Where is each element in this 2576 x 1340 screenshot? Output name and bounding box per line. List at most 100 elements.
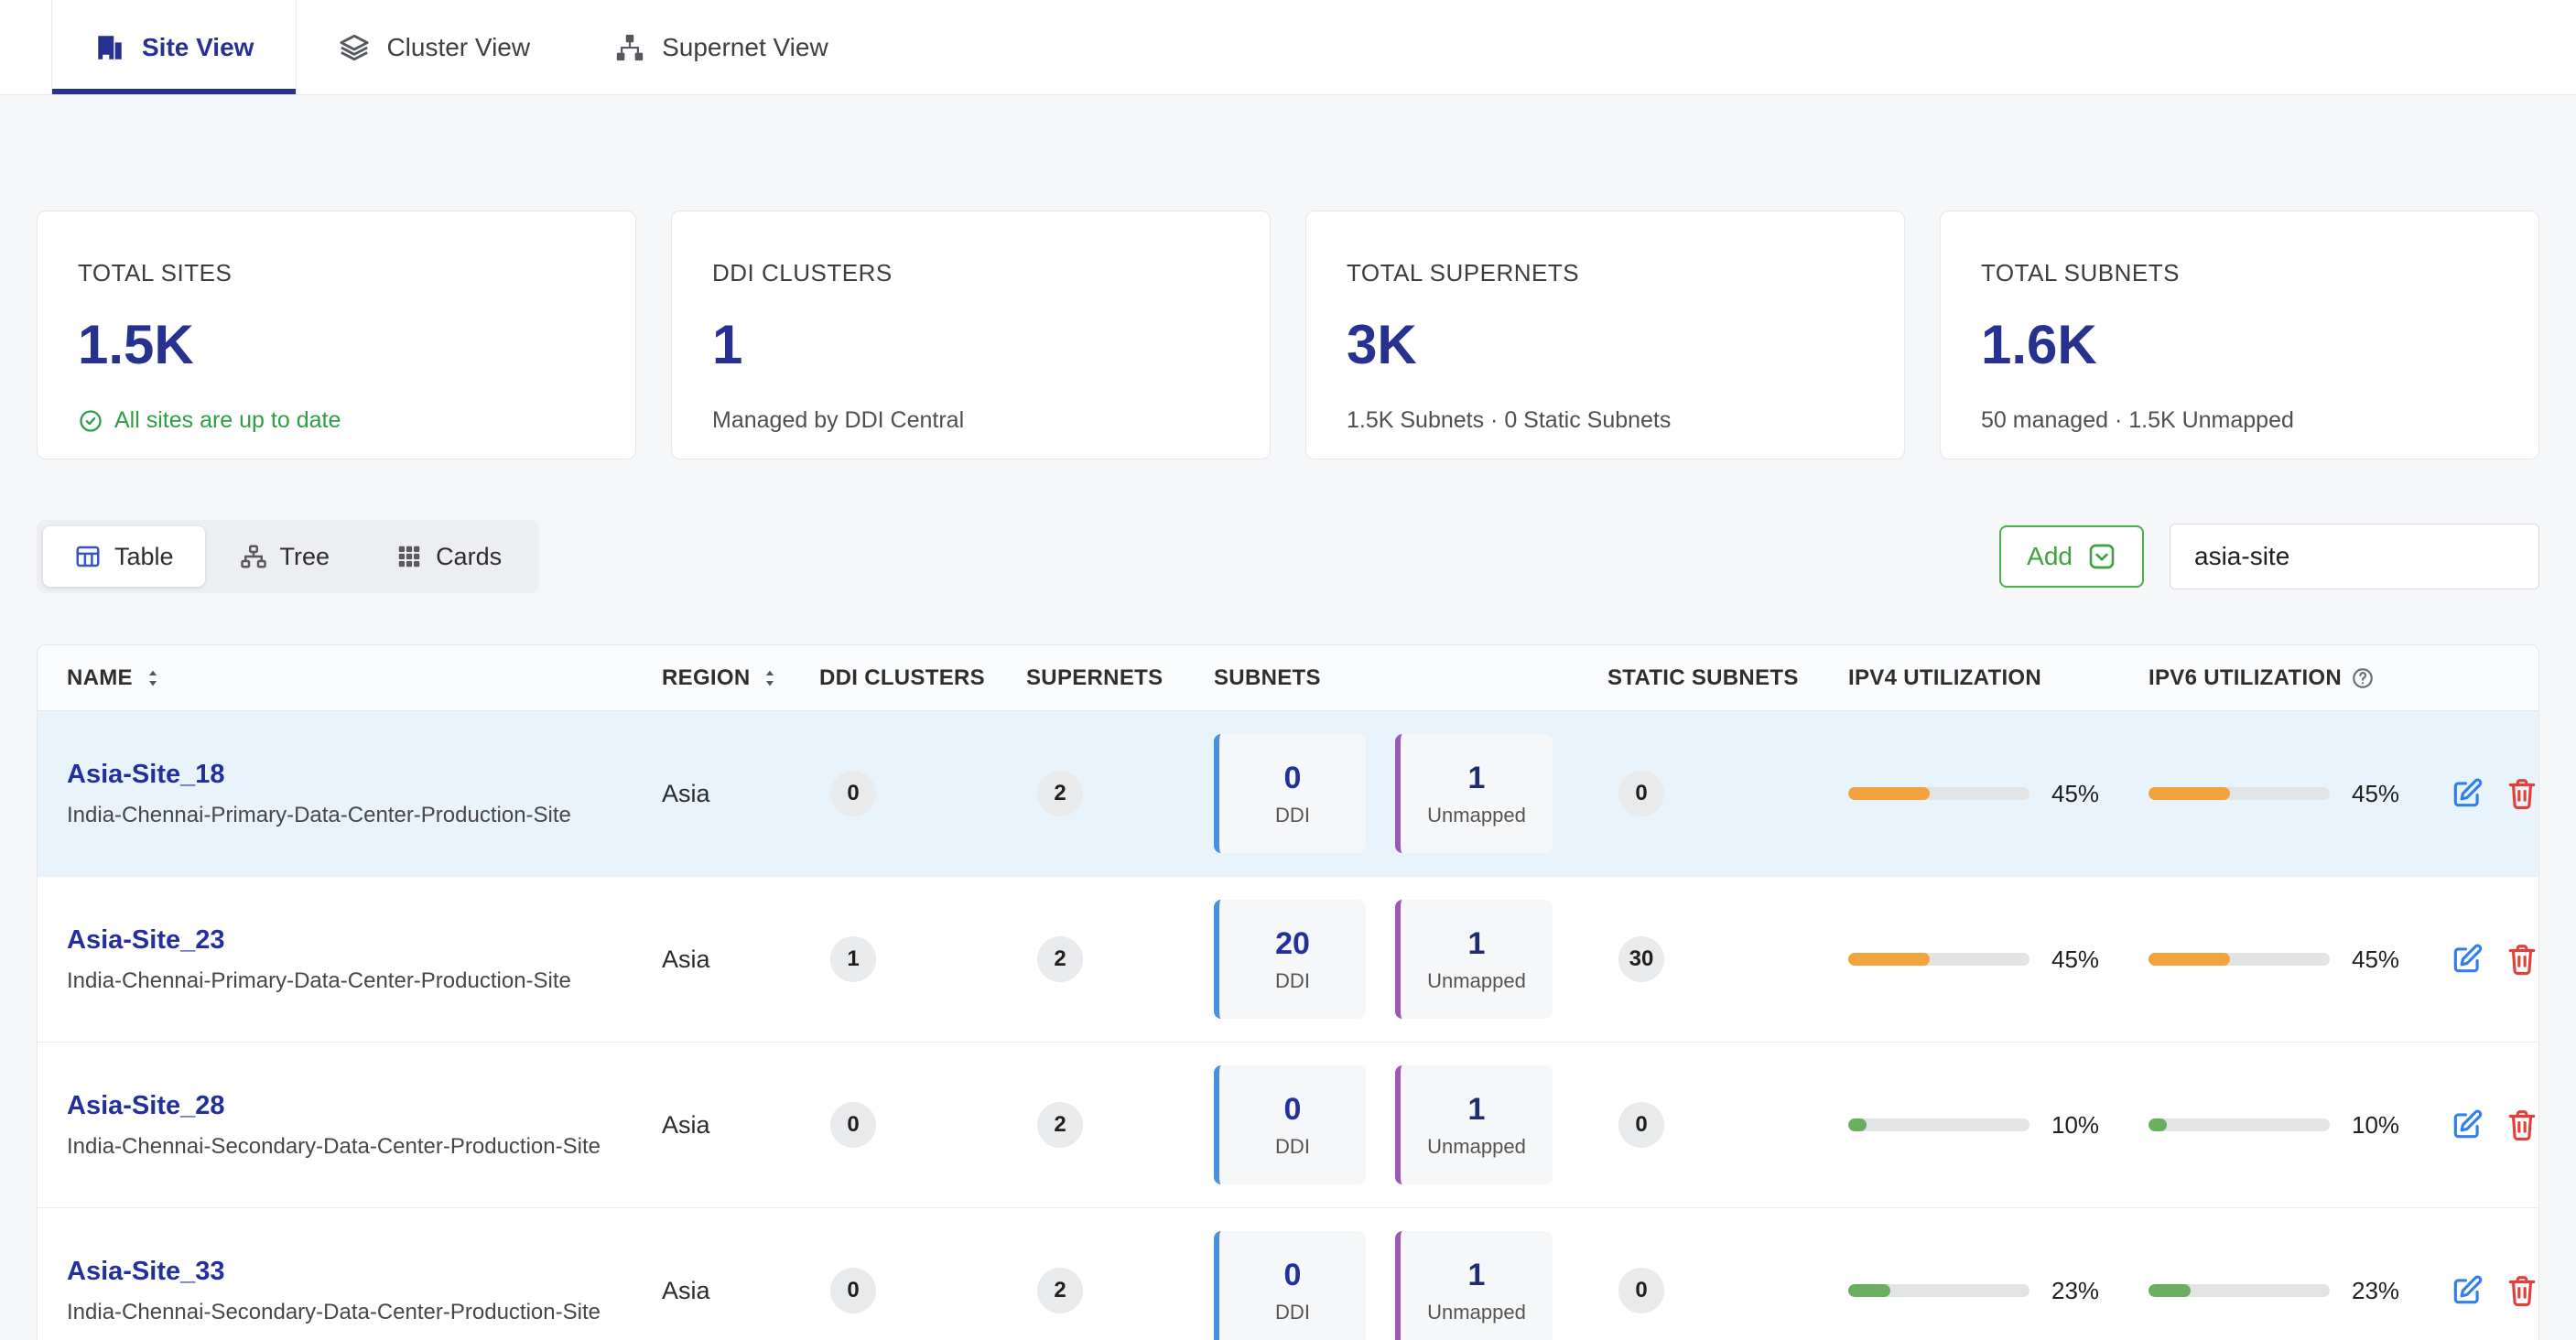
progress-bar [1848, 953, 2029, 966]
name-cell: Asia-Site_28 India-Chennai-Secondary-Dat… [67, 1091, 662, 1160]
region-cell: Asia [662, 780, 819, 808]
region-cell: Asia [662, 1111, 819, 1140]
supernets-badge: 2 [1037, 936, 1083, 982]
progress-percent: 45% [2051, 780, 2099, 808]
ipv4-utilization-cell: 45% [1848, 946, 2148, 974]
card-subtitle: All sites are up to date [78, 407, 595, 434]
site-description: India-Chennai-Secondary-Data-Center-Prod… [67, 1134, 662, 1160]
card-value: 1 [712, 313, 1229, 376]
ipv6-utilization-cell: 45% [2148, 946, 2450, 974]
building-icon [94, 32, 125, 63]
progress-bar [1848, 1284, 2029, 1297]
progress-percent: 45% [2352, 946, 2399, 974]
column-header-ipv4-utilization: IPV4 UTILIZATION [1848, 665, 2148, 691]
tab-label: Cluster View [386, 33, 530, 62]
table-row[interactable]: Asia-Site_18 India-Chennai-Primary-Data-… [38, 711, 2538, 877]
site-name-link[interactable]: Asia-Site_18 [67, 760, 662, 790]
tab-supernet-view[interactable]: Supernet View [572, 0, 871, 94]
card-title: TOTAL SUPERNETS [1347, 259, 1864, 287]
region-cell: Asia [662, 946, 819, 974]
actions-cell [2450, 776, 2539, 811]
add-button[interactable]: Add [1999, 525, 2144, 588]
delete-icon[interactable] [2505, 1108, 2539, 1142]
card-subtitle: Managed by DDI Central [712, 407, 1229, 434]
table-header-row: NAME REGION DDI CLUSTERS SUPERNETS SUBNE… [38, 645, 2538, 711]
dropdown-caret-icon [2087, 542, 2116, 571]
card-total-sites: TOTAL SITES 1.5K All sites are up to dat… [37, 211, 636, 459]
sites-table: NAME REGION DDI CLUSTERS SUPERNETS SUBNE… [37, 644, 2539, 1340]
progress-percent: 23% [2352, 1277, 2399, 1305]
progress-bar [2148, 1284, 2330, 1297]
supernets-cell: 2 [1026, 1268, 1214, 1313]
table-icon [74, 543, 102, 570]
delete-icon[interactable] [2505, 942, 2539, 977]
delete-icon[interactable] [2505, 1273, 2539, 1308]
column-header-supernets: SUPERNETS [1026, 665, 1214, 691]
table-row[interactable]: Asia-Site_33 India-Chennai-Secondary-Dat… [38, 1208, 2538, 1340]
supernets-badge: 2 [1037, 1268, 1083, 1313]
subnets-cell: 0 DDI 1 Unmapped [1214, 1065, 1607, 1184]
supernets-cell: 2 [1026, 936, 1214, 982]
stats-row: TOTAL SITES 1.5K All sites are up to dat… [0, 211, 2576, 459]
subnets-cell: 20 DDI 1 Unmapped [1214, 900, 1607, 1019]
subnets-ddi-box: 0 DDI [1214, 734, 1366, 853]
tab-label: Site View [142, 33, 254, 62]
tab-cluster-view[interactable]: Cluster View [297, 0, 572, 94]
supernets-cell: 2 [1026, 1102, 1214, 1148]
static-subnets-badge: 0 [1618, 1102, 1664, 1148]
static-subnets-cell: 30 [1607, 936, 1848, 982]
card-value: 1.6K [1981, 313, 2498, 376]
ipv6-utilization-cell: 10% [2148, 1111, 2450, 1140]
edit-icon[interactable] [2450, 1108, 2484, 1142]
region-cell: Asia [662, 1277, 819, 1305]
site-description: India-Chennai-Secondary-Data-Center-Prod… [67, 1300, 662, 1325]
sort-icon[interactable] [142, 667, 164, 689]
progress-bar [2148, 787, 2330, 800]
site-name-link[interactable]: Asia-Site_23 [67, 925, 662, 956]
delete-icon[interactable] [2505, 776, 2539, 811]
ddi-clusters-badge: 1 [830, 936, 876, 982]
progress-bar [2148, 1118, 2330, 1131]
view-toggle-table[interactable]: Table [43, 526, 205, 587]
column-header-subnets: SUBNETS [1214, 665, 1607, 691]
table-row[interactable]: Asia-Site_23 India-Chennai-Primary-Data-… [38, 877, 2538, 1043]
card-total-supernets: TOTAL SUPERNETS 3K 1.5K Subnets · 0 Stat… [1305, 211, 1905, 459]
ddi-clusters-cell: 0 [819, 771, 1026, 816]
card-value: 1.5K [78, 313, 595, 376]
tab-site-view[interactable]: Site View [51, 0, 297, 94]
name-cell: Asia-Site_23 India-Chennai-Primary-Data-… [67, 925, 662, 994]
view-toggle-cards[interactable]: Cards [364, 526, 533, 587]
site-description: India-Chennai-Primary-Data-Center-Produc… [67, 968, 662, 994]
static-subnets-cell: 0 [1607, 1102, 1848, 1148]
edit-icon[interactable] [2450, 776, 2484, 811]
help-icon[interactable] [2351, 666, 2375, 690]
progress-bar [1848, 787, 2029, 800]
sort-icon[interactable] [759, 667, 781, 689]
supernets-cell: 2 [1026, 771, 1214, 816]
tree-icon [240, 543, 267, 570]
supernets-badge: 2 [1037, 1102, 1083, 1148]
tab-label: Supernet View [662, 33, 828, 62]
column-header-name[interactable]: NAME [67, 665, 662, 691]
site-name-link[interactable]: Asia-Site_33 [67, 1257, 662, 1287]
card-subtitle: 1.5K Subnets · 0 Static Subnets [1347, 407, 1864, 434]
subnets-cell: 0 DDI 1 Unmapped [1214, 1231, 1607, 1340]
subnets-unmapped-box: 1 Unmapped [1395, 1231, 1553, 1340]
edit-icon[interactable] [2450, 1273, 2484, 1308]
progress-percent: 45% [2352, 780, 2399, 808]
static-subnets-badge: 30 [1618, 936, 1664, 982]
ddi-clusters-badge: 0 [830, 1102, 876, 1148]
ipv4-utilization-cell: 23% [1848, 1277, 2148, 1305]
static-subnets-badge: 0 [1618, 771, 1664, 816]
search-input[interactable] [2170, 524, 2539, 589]
column-header-region[interactable]: REGION [662, 665, 819, 691]
card-value: 3K [1347, 313, 1864, 376]
view-tabbar: Site View Cluster View Supernet View [0, 0, 2576, 95]
site-name-link[interactable]: Asia-Site_28 [67, 1091, 662, 1121]
edit-icon[interactable] [2450, 942, 2484, 977]
view-toggle-tree[interactable]: Tree [209, 526, 362, 587]
progress-bar [1848, 1118, 2029, 1131]
table-row[interactable]: Asia-Site_28 India-Chennai-Secondary-Dat… [38, 1043, 2538, 1208]
subnets-unmapped-box: 1 Unmapped [1395, 1065, 1553, 1184]
view-toggle: Table Tree Cards [37, 520, 539, 593]
